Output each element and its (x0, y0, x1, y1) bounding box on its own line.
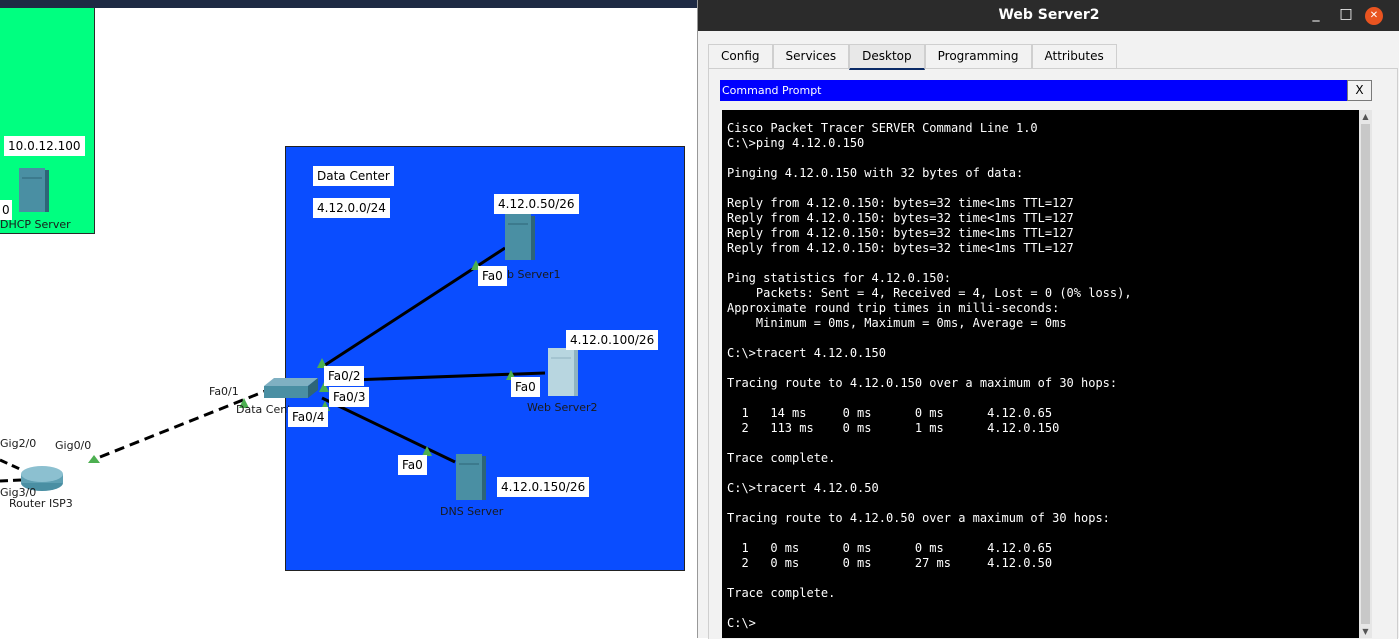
router-gig00-label: Gig0/0 (55, 439, 92, 452)
command-prompt-close-button[interactable]: X (1347, 80, 1372, 101)
tab-programming[interactable]: Programming (924, 44, 1032, 68)
switch-fa01-label: Fa0/1 (209, 385, 239, 398)
web-server2-port-label: Fa0 (511, 377, 540, 397)
web-server1-icon[interactable] (505, 214, 535, 260)
topology-canvas (0, 168, 578, 500)
link-router-sw[interactable] (99, 388, 269, 459)
scrollbar-thumb[interactable] (1361, 124, 1370, 624)
device-window: Web Server2 _ □ ✕ Config Services Deskto… (697, 0, 1399, 639)
maximize-button[interactable]: □ (1333, 0, 1359, 31)
router-label: Router ISP3 (9, 497, 73, 510)
web-server1-port-label: Fa0 (478, 266, 507, 286)
tab-services[interactable]: Services (772, 44, 850, 68)
link-router-left-upper[interactable] (0, 458, 23, 472)
switch-fa03-label: Fa0/3 (329, 387, 370, 407)
terminal-scrollbar[interactable]: ▲ ▼ (1359, 110, 1372, 638)
dhcp-ip-label: 10.0.12.100 (4, 136, 85, 156)
link-up-indicator (88, 455, 100, 463)
scroll-down-icon[interactable]: ▼ (1359, 625, 1372, 638)
switch-fa02-label: Fa0/2 (324, 366, 365, 386)
dns-server-icon[interactable] (456, 454, 486, 500)
link-router-left-lower[interactable] (0, 478, 23, 483)
tab-desktop[interactable]: Desktop (849, 44, 925, 70)
switch-fa04-label: Fa0/4 (288, 407, 329, 427)
scroll-up-icon[interactable]: ▲ (1359, 110, 1372, 123)
window-title: Web Server2 (998, 7, 1100, 23)
command-prompt-title: Command Prompt (720, 80, 1348, 101)
tab-bar: Config Services Desktop Programming Attr… (708, 44, 1117, 70)
datacenter-title-label: Data Center (313, 166, 394, 186)
web-server2-ip-label: 4.12.0.100/26 (566, 330, 659, 350)
terminal-output-area[interactable]: Cisco Packet Tracer SERVER Command Line … (722, 110, 1359, 638)
dns-server-ip-label: 4.12.0.150/26 (497, 477, 590, 497)
dns-server-label: DNS Server (440, 505, 504, 518)
dhcp-server-label: DHCP Server (0, 218, 71, 231)
dhcp-port-label: 0 (0, 200, 12, 220)
dhcp-server-icon[interactable] (19, 168, 49, 212)
web-server2-label: Web Server2 (527, 401, 598, 414)
datacenter-network-label: 4.12.0.0/24 (313, 198, 390, 218)
link-sw-dns[interactable] (321, 396, 456, 464)
web-server1-ip-label: 4.12.0.50/26 (494, 194, 579, 214)
tab-attributes[interactable]: Attributes (1031, 44, 1117, 68)
tab-config[interactable]: Config (708, 44, 773, 68)
dns-server-port-label: Fa0 (398, 455, 427, 475)
switch-icon[interactable] (264, 378, 318, 398)
router-gig20-label: Gig2/0 (0, 437, 37, 450)
minimize-button[interactable]: _ (1303, 0, 1329, 31)
web-server2-icon[interactable] (548, 348, 578, 396)
window-close-button[interactable]: ✕ (1365, 7, 1383, 25)
terminal-text[interactable]: Cisco Packet Tracer SERVER Command Line … (727, 121, 1132, 631)
